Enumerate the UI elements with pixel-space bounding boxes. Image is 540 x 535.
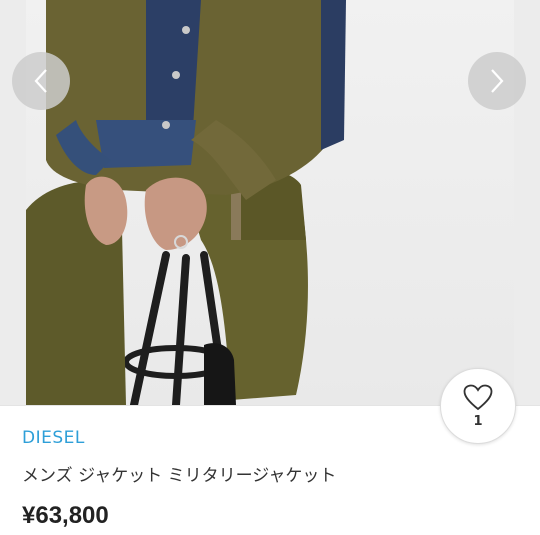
- chevron-left-icon: [34, 69, 47, 93]
- like-button[interactable]: 1: [440, 368, 516, 444]
- product-price: ¥63,800: [22, 502, 109, 529]
- heart-icon: [463, 384, 493, 410]
- brand-link[interactable]: DIESEL: [22, 428, 85, 448]
- product-image-gallery[interactable]: [0, 0, 540, 405]
- chevron-right-icon: [491, 69, 504, 93]
- gallery-prev-button[interactable]: [12, 52, 70, 110]
- like-count: 1: [473, 413, 483, 429]
- product-title: メンズ ジャケット ミリタリージャケット: [22, 466, 337, 486]
- product-photo: [26, 0, 514, 405]
- gallery-next-button[interactable]: [468, 52, 526, 110]
